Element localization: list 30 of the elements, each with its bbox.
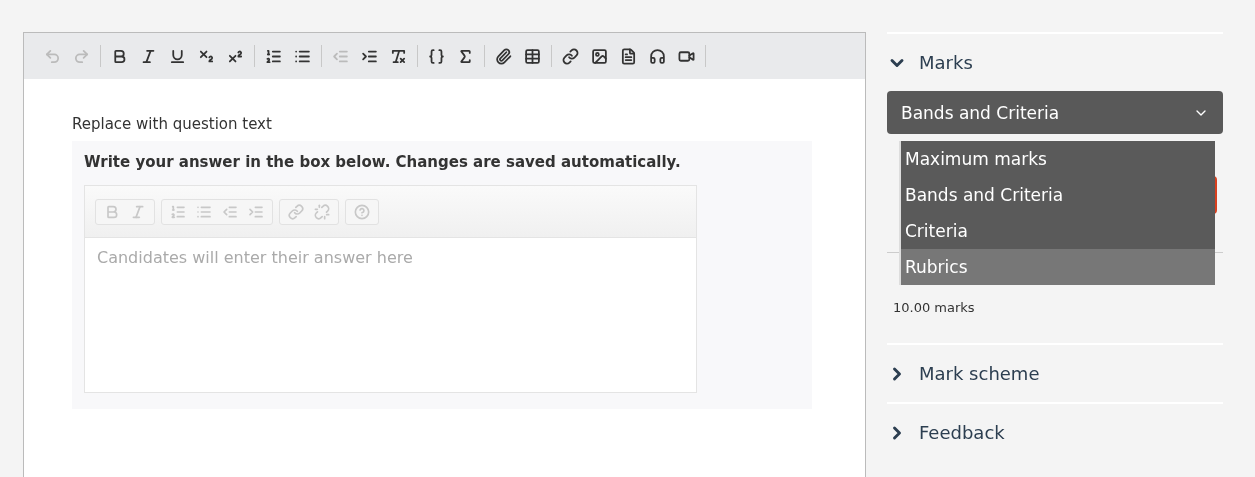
image-icon — [591, 47, 608, 65]
help-icon — [354, 203, 370, 220]
answer-instruction: Write your answer in the box below. Changes are saved automatically. — [84, 153, 682, 171]
link-icon — [562, 47, 579, 65]
marks-select[interactable]: Bands and Criteria — [887, 91, 1223, 134]
braces-icon — [428, 47, 445, 65]
italic-icon — [140, 47, 157, 65]
dropdown-option[interactable]: Rubrics — [901, 249, 1215, 285]
headphones-icon — [649, 47, 666, 65]
italic-icon — [130, 203, 146, 220]
bold-icon — [104, 203, 120, 220]
link-icon — [288, 203, 304, 220]
numbered-list-icon — [265, 47, 282, 65]
numbered-list-icon — [170, 203, 186, 220]
unlink-icon — [314, 203, 330, 220]
undo-icon — [44, 47, 61, 65]
question-text: Replace with question text — [72, 115, 273, 133]
table-icon — [524, 47, 541, 65]
document-icon — [620, 47, 637, 65]
criterion-marks: 10.00 marks — [893, 300, 976, 315]
redo-icon — [73, 47, 90, 65]
sigma-icon — [457, 47, 474, 65]
bold-icon — [111, 47, 128, 65]
section-header[interactable]: Marks — [887, 34, 1223, 91]
section-header[interactable]: Feedback — [887, 404, 1223, 461]
section-header[interactable]: Mark scheme — [887, 345, 1223, 402]
paperclip-icon — [495, 47, 512, 65]
answer-field[interactable]: Candidates will enter their answer here — [84, 237, 697, 393]
underline-icon — [169, 47, 186, 65]
clear-format-icon — [390, 47, 407, 65]
